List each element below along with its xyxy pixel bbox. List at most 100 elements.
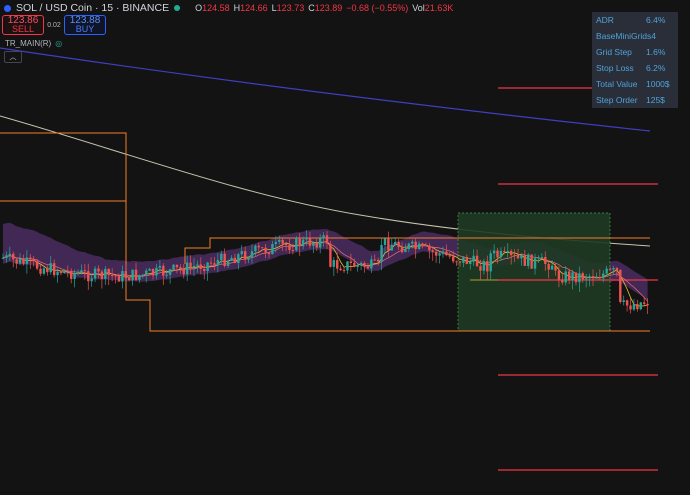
- candle-body: [271, 243, 274, 255]
- chevron-up-icon[interactable]: ︿: [4, 51, 22, 63]
- stats-row-grid-step: Grid Step 1.6%: [596, 47, 666, 57]
- candle-body: [486, 261, 489, 272]
- candle-body: [625, 300, 629, 306]
- candle-body: [1, 257, 5, 259]
- candle-body: [595, 277, 598, 279]
- candle-body: [346, 261, 349, 271]
- candle-body: [434, 251, 438, 256]
- candle-body: [93, 268, 97, 279]
- candle-body: [301, 239, 305, 247]
- candle-body: [267, 252, 271, 255]
- stats-row-baseminigrids: BaseMiniGrids 4: [596, 31, 657, 41]
- candle-body: [230, 257, 233, 261]
- candle-body: [203, 268, 206, 271]
- candle-body: [76, 272, 80, 274]
- candle-body: [192, 265, 196, 268]
- candle-body: [206, 262, 209, 271]
- candle-body: [533, 258, 537, 269]
- candle-body: [445, 251, 448, 256]
- candle-body: [462, 256, 465, 263]
- candle-body: [305, 237, 308, 240]
- candle-body: [131, 269, 134, 281]
- candle-body: [509, 251, 513, 256]
- candle-body: [325, 235, 329, 244]
- price-chart[interactable]: [0, 0, 690, 495]
- candle-body: [315, 242, 318, 248]
- candle-body: [404, 249, 407, 253]
- stats-row-step-order: Step Order 125$: [596, 95, 665, 105]
- candle-body: [516, 255, 520, 259]
- candle-body: [400, 247, 404, 253]
- candle-body: [455, 261, 458, 263]
- candle-body: [70, 270, 73, 279]
- candle-body: [394, 241, 397, 246]
- candle-body: [59, 271, 63, 274]
- candle-body: [578, 273, 581, 283]
- candle-body: [134, 269, 138, 280]
- indicator-legend[interactable]: TR_MAIN(R) ◎: [5, 39, 62, 48]
- candle-body: [530, 254, 533, 269]
- candle-body: [608, 268, 612, 270]
- sell-button[interactable]: 123.86 SELL: [2, 15, 44, 35]
- candle-body: [503, 250, 506, 252]
- indicator-name[interactable]: TR_MAIN(R): [5, 39, 51, 48]
- candle-body: [274, 241, 278, 244]
- candle-body: [264, 247, 267, 253]
- candle-body: [189, 262, 192, 268]
- candle-body: [336, 260, 339, 269]
- candle-body: [29, 257, 32, 260]
- candle-body: [56, 271, 59, 276]
- eye-icon[interactable]: ◎: [55, 39, 62, 48]
- symbol-title[interactable]: SOL / USD Coin · 15 · BINANCE: [16, 2, 169, 14]
- candle-body: [240, 251, 243, 255]
- candle-body: [544, 257, 547, 264]
- candle-body: [322, 235, 325, 239]
- candle-body: [489, 253, 492, 272]
- candle-body: [424, 245, 428, 247]
- candle-body: [182, 268, 185, 275]
- candle-body: [585, 278, 588, 280]
- candle-body: [550, 265, 554, 270]
- candle-body: [557, 270, 561, 280]
- candle-body: [390, 245, 393, 251]
- candle-body: [591, 276, 595, 279]
- candle-body: [469, 261, 472, 264]
- ohlc-values: O124.58 H124.66 L123.73 C123.89 −0.68 (−…: [195, 3, 454, 13]
- candle-body: [261, 247, 264, 249]
- stats-table: ADR 6.4% BaseMiniGrids 4 Grid Step 1.6% Sto…: [592, 12, 678, 108]
- candle-body: [90, 278, 93, 282]
- market-open-icon: [174, 5, 181, 11]
- candle-body: [373, 259, 376, 261]
- candle-body: [431, 250, 434, 252]
- candle-body: [155, 267, 158, 276]
- candle-body: [308, 237, 312, 246]
- candle-body: [46, 268, 49, 273]
- candle-body: [243, 251, 247, 260]
- candle-body: [127, 278, 131, 281]
- stats-row-stop-loss: Stop Loss 6.2%: [596, 63, 666, 73]
- candle-body: [288, 245, 291, 251]
- candle-body: [499, 250, 503, 258]
- buy-button[interactable]: 123.88 BUY: [64, 15, 106, 35]
- candle-body: [376, 259, 380, 262]
- long-ma-line: [0, 47, 651, 132]
- candle-body: [564, 271, 567, 283]
- candle-body: [581, 273, 584, 280]
- candle-body: [506, 251, 509, 253]
- candle-body: [513, 255, 516, 257]
- candle-body: [339, 268, 342, 271]
- candle-body: [5, 255, 8, 258]
- candle-body: [547, 263, 550, 270]
- candle-body: [428, 245, 431, 251]
- low-value: 123.73: [276, 3, 305, 13]
- candle-body: [145, 270, 148, 275]
- candle-body: [387, 238, 390, 251]
- candle-body: [158, 265, 162, 268]
- candle-body: [87, 271, 90, 282]
- spread-value: 0.02: [47, 21, 61, 29]
- candle-body: [185, 262, 189, 275]
- candle-body: [397, 241, 400, 248]
- candle-body: [254, 245, 257, 252]
- candle-body: [479, 266, 482, 271]
- candle-body: [615, 267, 619, 270]
